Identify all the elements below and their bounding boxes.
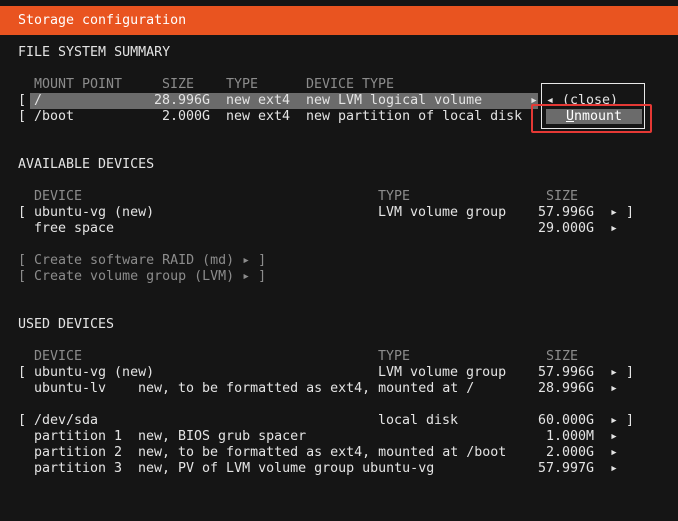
device-name: /dev/sda bbox=[34, 413, 99, 428]
col-size: SIZE bbox=[546, 349, 579, 364]
col-type: TYPE bbox=[226, 77, 259, 92]
size-value: 2.000G bbox=[545, 445, 594, 460]
size-value: 29.000G bbox=[537, 221, 594, 236]
expand-arrow-icon: ▸ bbox=[610, 429, 619, 444]
used-devices-heading: USED DEVICES bbox=[18, 317, 115, 332]
create-volume-group-button[interactable]: [ Create volume group (LVM) ▸ ] bbox=[18, 269, 266, 285]
col-type: TYPE bbox=[378, 349, 411, 364]
fs-summary-heading: FILE SYSTEM SUMMARY bbox=[18, 45, 171, 60]
device-name: partition 2 bbox=[34, 445, 123, 460]
col-type: TYPE bbox=[378, 189, 411, 204]
col-device-type: DEVICE TYPE bbox=[306, 77, 395, 92]
fs-type: new ext4 bbox=[226, 93, 291, 108]
size-value: 60.000G bbox=[537, 413, 594, 428]
device-name: free space bbox=[34, 221, 115, 236]
size-value: 1.000M bbox=[545, 429, 594, 444]
device-name: partition 3 bbox=[34, 461, 123, 476]
device-type: LVM volume group bbox=[378, 205, 507, 220]
col-device: DEVICE bbox=[34, 189, 83, 204]
unmount-label: nmount bbox=[573, 109, 623, 124]
row-bracket: [ bbox=[18, 109, 27, 124]
expand-arrow-icon: ▸ bbox=[610, 381, 619, 396]
unmount-button[interactable]: Unmount bbox=[546, 109, 642, 124]
expand-arrow-icon: ▸ bbox=[610, 461, 619, 476]
device-description: new, BIOS grub spacer bbox=[138, 429, 307, 444]
mount-point: /boot bbox=[34, 109, 75, 124]
size-value: 2.000G bbox=[161, 109, 210, 124]
device-description: new, to be formatted as ext4, mounted at… bbox=[138, 445, 507, 460]
col-device: DEVICE bbox=[34, 349, 83, 364]
action-menu: ◂ (close) Unmount bbox=[541, 83, 645, 129]
row-bracket-close: ] bbox=[626, 205, 635, 220]
title-bar: Storage configuration bbox=[0, 6, 678, 35]
fs-type: new ext4 bbox=[226, 109, 291, 124]
expand-arrow-icon: ▸ bbox=[610, 221, 619, 236]
row-bracket-open: [ bbox=[18, 413, 27, 428]
size-value: 28.996G bbox=[153, 93, 210, 108]
close-menu-button[interactable]: ◂ (close) bbox=[546, 93, 618, 109]
create-raid-button[interactable]: [ Create software RAID (md) ▸ ] bbox=[18, 253, 266, 269]
size-value: 28.996G bbox=[537, 381, 594, 396]
col-mount-point: MOUNT POINT bbox=[34, 77, 123, 92]
col-size: SIZE bbox=[162, 77, 195, 92]
device-name: ubuntu-lv bbox=[34, 381, 107, 396]
row-bracket-close: ] bbox=[626, 365, 635, 380]
row-bracket: [ bbox=[18, 93, 27, 108]
device-type: LVM volume group bbox=[378, 365, 507, 380]
device-name: partition 1 bbox=[34, 429, 123, 444]
device-name: ubuntu-vg (new) bbox=[34, 365, 155, 380]
expand-arrow-icon: ▸ bbox=[530, 93, 539, 108]
mount-point: / bbox=[34, 93, 43, 108]
size-value: 57.996G bbox=[537, 205, 594, 220]
row-bracket-open: [ bbox=[18, 365, 27, 380]
device-name: ubuntu-vg (new) bbox=[34, 205, 155, 220]
available-devices-heading: AVAILABLE DEVICES bbox=[18, 157, 155, 172]
device-description: new, PV of LVM volume group ubuntu-vg bbox=[138, 461, 435, 476]
device-type: local disk bbox=[378, 413, 459, 428]
expand-arrow-icon: ▸ bbox=[610, 365, 619, 380]
device-description: new, to be formatted as ext4, mounted at… bbox=[138, 381, 475, 396]
expand-arrow-icon: ▸ bbox=[610, 413, 619, 428]
expand-arrow-icon: ▸ bbox=[610, 205, 619, 220]
size-value: 57.996G bbox=[537, 365, 594, 380]
unmount-hotkey: U bbox=[565, 109, 574, 124]
row-bracket-open: [ bbox=[18, 205, 27, 220]
size-value: 57.997G bbox=[537, 461, 594, 476]
device-type: new LVM logical volume bbox=[306, 93, 483, 108]
expand-arrow-icon: ▸ bbox=[610, 445, 619, 460]
device-type: new partition of local disk bbox=[306, 109, 523, 124]
page-title: Storage configuration bbox=[18, 13, 187, 28]
row-bracket-close: ] bbox=[626, 413, 635, 428]
col-size: SIZE bbox=[546, 189, 579, 204]
